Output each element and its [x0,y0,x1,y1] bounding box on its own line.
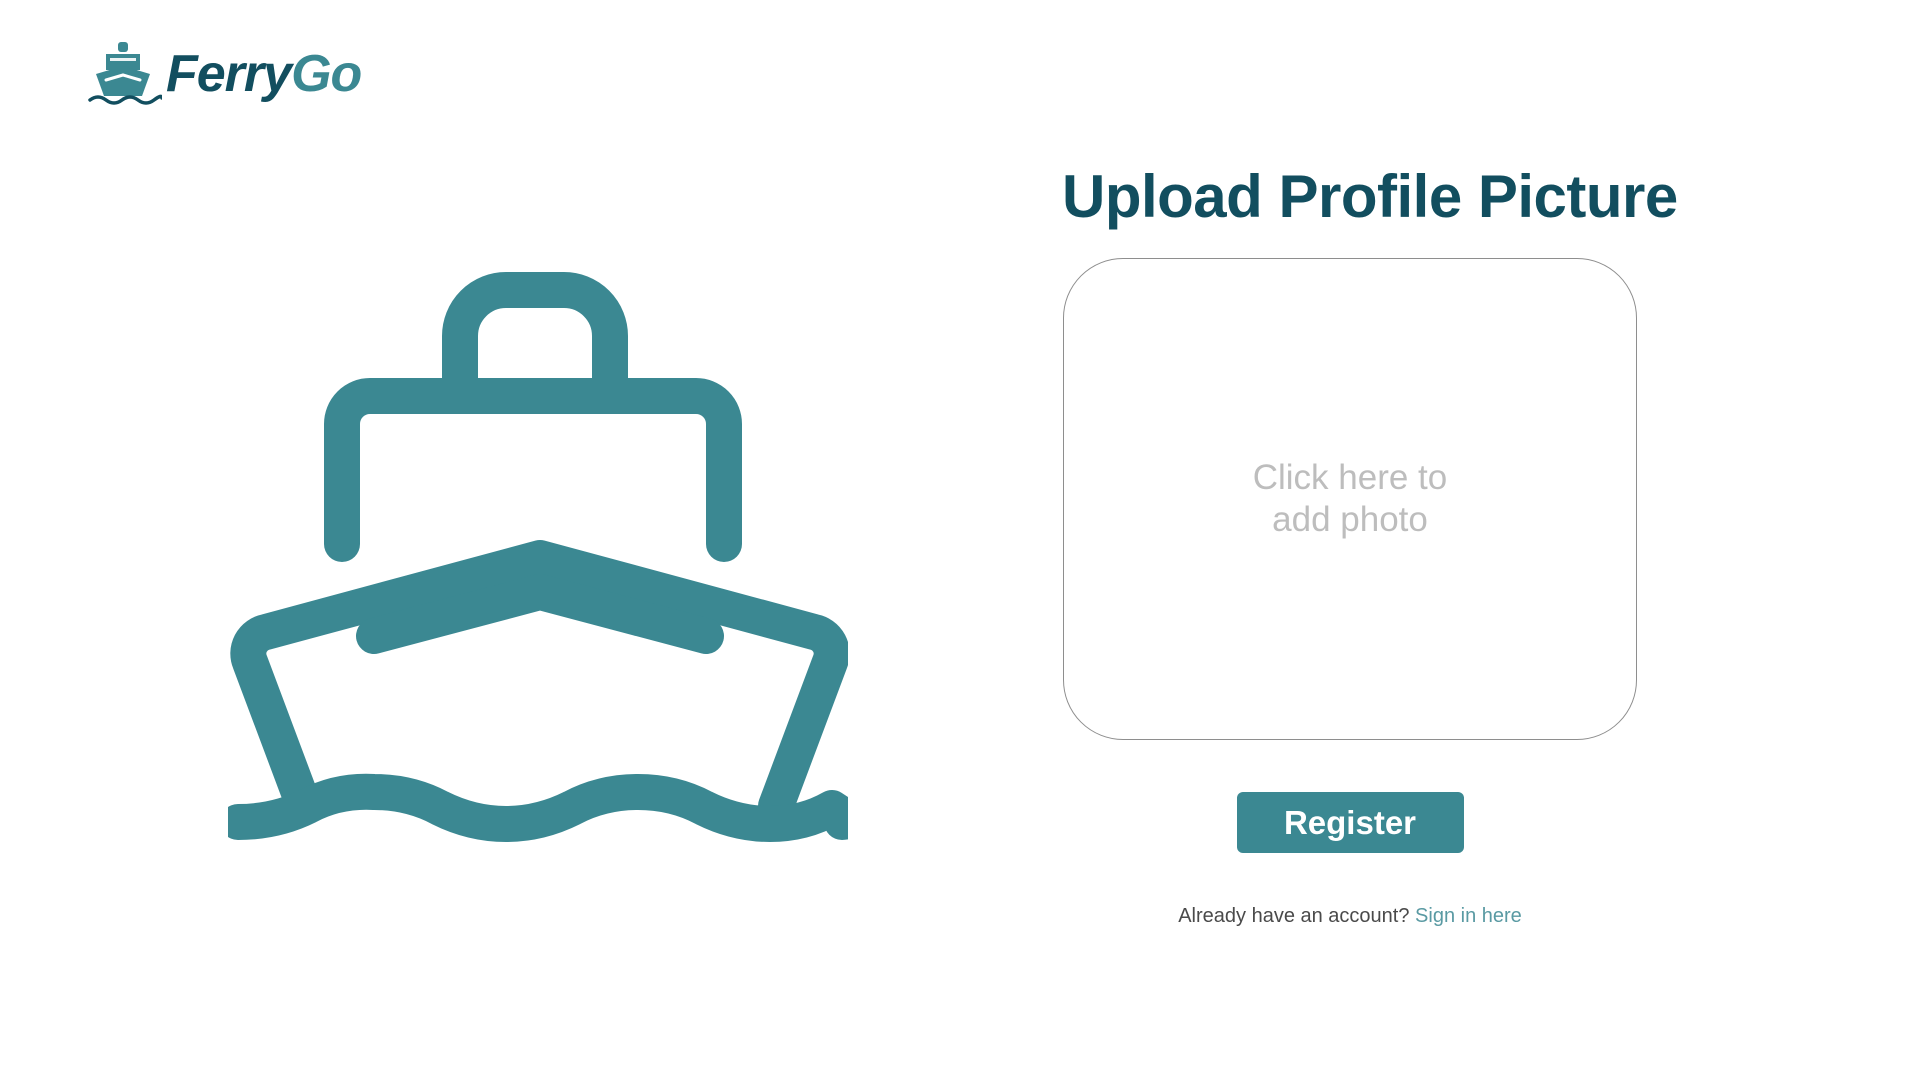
signin-prompt: Already have an account? Sign in here [1178,905,1522,928]
brand-name-ferry: Ferry [166,45,292,103]
upload-placeholder-text: Click here to add photo [1252,458,1448,539]
brand-name-go: Go [291,45,362,103]
ferry-boat-icon [228,272,848,842]
photo-upload-area[interactable]: Click here to add photo [1063,258,1637,740]
register-button[interactable]: Register [1236,792,1464,853]
brand-logo[interactable]: FerryGo [88,36,362,112]
signin-link[interactable]: Sign in here [1415,905,1522,927]
ferry-illustration [228,256,848,846]
ferry-logo-icon [88,42,162,105]
page-title: Upload Profile Picture [1062,163,1678,230]
registration-page: FerryGo Upload Profile Picture Click her… [0,0,1920,1080]
signin-prompt-text: Already have an account? [1178,905,1410,927]
upload-panel: Upload Profile Picture Click here to add… [1062,160,1678,928]
brand-name: FerryGo [166,45,362,103]
